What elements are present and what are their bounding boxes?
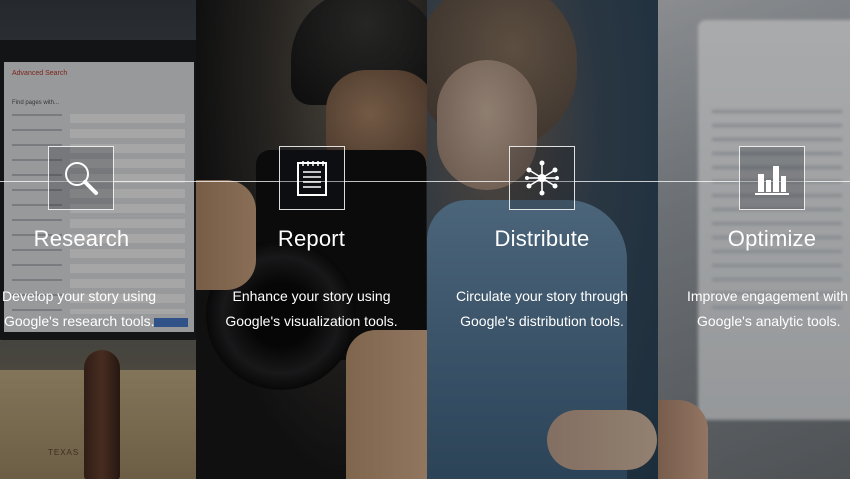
research-description: Develop your story using Google's resear… <box>2 284 162 334</box>
distribute-description-line1: Circulate your story through <box>456 288 628 304</box>
optimize-title: Optimize <box>727 226 817 251</box>
timeline-line <box>0 181 850 182</box>
optimize-description-line2: Google's analytic tools. <box>697 313 841 329</box>
research-description-line1: Develop your story using <box>2 288 157 304</box>
notepad-icon <box>297 161 327 196</box>
research-title: Research <box>33 226 130 251</box>
distribute-icon-box[interactable] <box>509 146 575 210</box>
optimize-description-line1: Improve engagement with <box>687 288 849 304</box>
report-description: Enhance your story using Google's visual… <box>196 284 427 334</box>
bar-chart-icon <box>755 166 789 195</box>
report-title: Report <box>277 226 346 251</box>
distribute-title: Distribute <box>494 226 590 251</box>
tools-showcase: Advanced Search Find pages with... TEXAS <box>0 0 850 479</box>
research-description-line2: Google's research tools. <box>4 313 155 329</box>
distribute-description-line2: Google's distribution tools. <box>460 313 624 329</box>
report-icon-box[interactable] <box>279 146 345 210</box>
magnifier-icon <box>65 162 98 195</box>
optimize-icon-box[interactable] <box>739 146 805 210</box>
network-icon <box>525 160 559 196</box>
research-icon-box[interactable] <box>48 146 114 210</box>
distribute-description: Circulate your story through Google's di… <box>427 284 657 334</box>
report-description-line1: Enhance your story using <box>232 288 391 304</box>
optimize-description: Improve engagement with Google's analyti… <box>658 284 850 334</box>
report-description-line2: Google's visualization tools. <box>225 313 398 329</box>
